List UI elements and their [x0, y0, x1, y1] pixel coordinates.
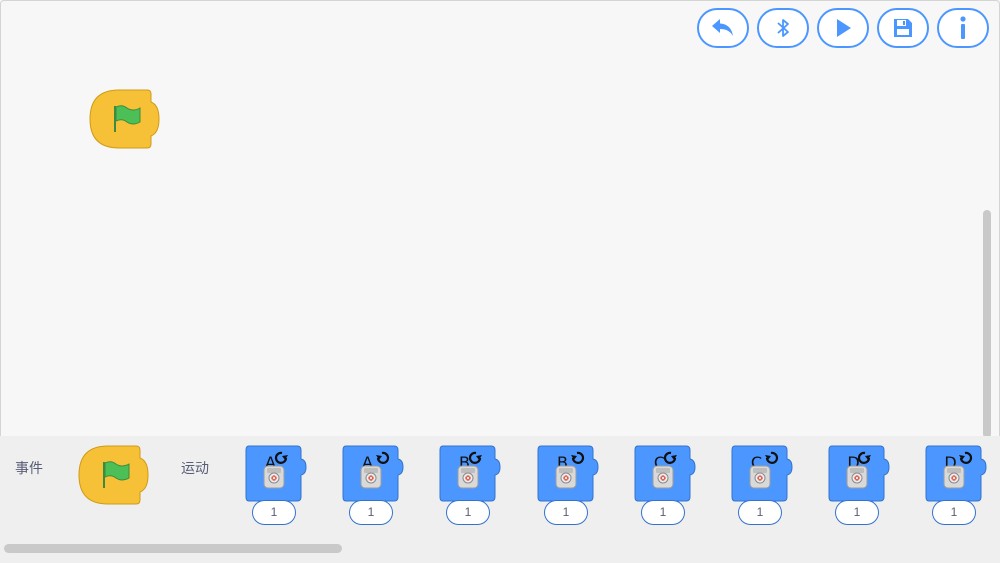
motor-icon	[749, 465, 771, 489]
motor-icon	[360, 465, 382, 489]
motor-block-c-ccw[interactable]: C1	[731, 445, 793, 527]
toolbar	[697, 8, 989, 48]
info-button[interactable]	[937, 8, 989, 48]
motor-block-a-cw[interactable]: A1	[245, 445, 307, 527]
horizontal-scrollbar[interactable]	[4, 544, 342, 553]
undo-arrow-icon	[712, 19, 733, 36]
play-icon	[837, 19, 851, 37]
run-button[interactable]	[817, 8, 869, 48]
motor-value-input[interactable]: 1	[641, 500, 685, 525]
motor-block-b-cw[interactable]: B1	[439, 445, 501, 527]
palette-when-flag-clicked-block[interactable]	[78, 445, 150, 510]
save-icon	[894, 19, 912, 37]
motor-value-input[interactable]: 1	[932, 500, 976, 525]
save-button[interactable]	[877, 8, 929, 48]
motor-block-d-ccw[interactable]: D1	[925, 445, 987, 527]
bluetooth-button[interactable]	[757, 8, 809, 48]
motor-value-input[interactable]: 1	[835, 500, 879, 525]
motor-icon	[555, 465, 577, 489]
bluetooth-icon	[777, 19, 789, 37]
motor-value-input[interactable]: 1	[738, 500, 782, 525]
motor-value-input[interactable]: 1	[544, 500, 588, 525]
motor-value-input[interactable]: 1	[349, 500, 393, 525]
motor-block-c-cw[interactable]: C1	[634, 445, 696, 527]
category-label-events: 事件	[15, 460, 43, 476]
motor-value-input[interactable]: 1	[446, 500, 490, 525]
workspace-when-flag-clicked-block[interactable]	[89, 89, 161, 154]
motor-icon	[457, 465, 479, 489]
motor-icon	[263, 465, 285, 489]
motor-icon	[652, 465, 674, 489]
motor-value-input[interactable]: 1	[252, 500, 296, 525]
info-icon	[960, 16, 966, 39]
motor-block-b-ccw[interactable]: B1	[537, 445, 599, 527]
motor-block-d-cw[interactable]: D1	[828, 445, 890, 527]
undo-button[interactable]	[697, 8, 749, 48]
vertical-scrollbar[interactable]	[983, 210, 991, 438]
motor-icon	[846, 465, 868, 489]
motor-block-a-ccw[interactable]: A1	[342, 445, 404, 527]
motor-icon	[943, 465, 965, 489]
category-label-motion: 运动	[181, 460, 209, 476]
